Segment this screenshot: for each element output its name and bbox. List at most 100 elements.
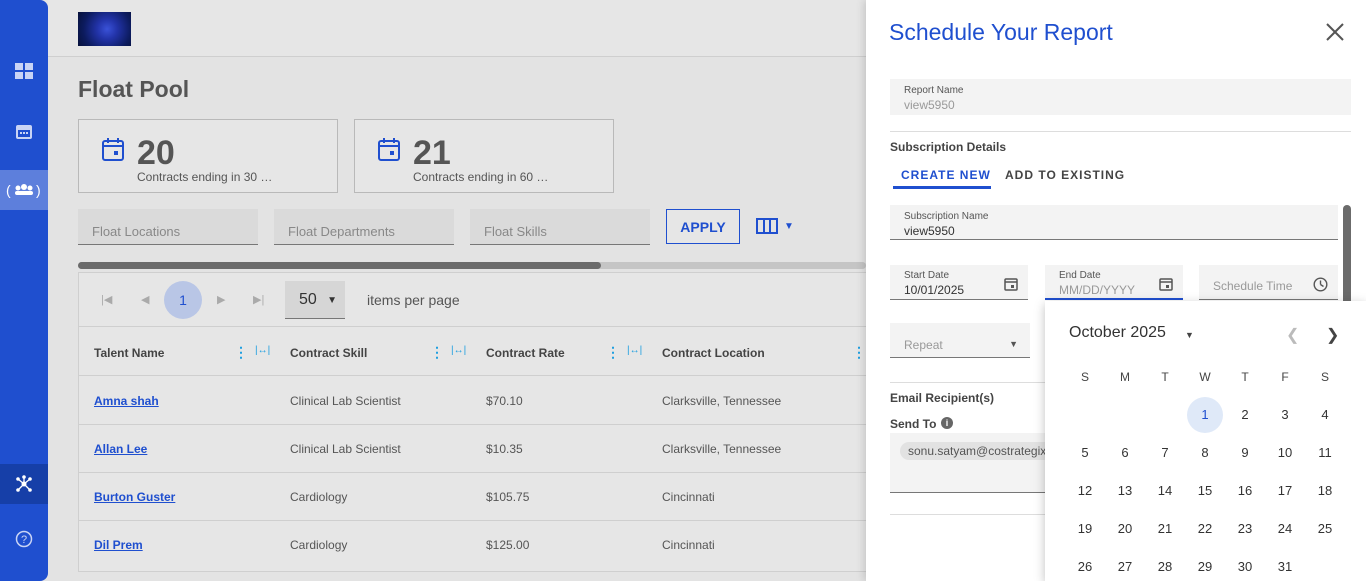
tab-add-to-existing[interactable]: ADD TO EXISTING: [1005, 168, 1125, 182]
calendar-day[interactable]: 29: [1187, 549, 1223, 581]
calendar-day[interactable]: 31: [1267, 549, 1303, 581]
calendar-icon[interactable]: [1159, 277, 1173, 291]
table-row[interactable]: Dil Prem Cardiology $125.00 Cincinnati: [79, 521, 879, 569]
tab-create-new[interactable]: CREATE NEW: [901, 168, 991, 182]
calendar-day[interactable]: 23: [1227, 511, 1263, 547]
pager: |◀ ◀ 1 ▶ ▶| 50 ▼ items per page: [79, 273, 879, 327]
calendar-day[interactable]: 4: [1307, 397, 1343, 433]
columns-button[interactable]: ▼: [756, 218, 794, 234]
stat-card-30-days[interactable]: 20 Contracts ending in 30 d...: [78, 119, 338, 193]
calendar-day[interactable]: 10: [1267, 435, 1303, 471]
talent-name-link[interactable]: Burton Guster: [94, 490, 175, 504]
calendar-day[interactable]: 18: [1307, 473, 1343, 509]
talent-name-link[interactable]: Dil Prem: [94, 538, 143, 552]
stat-label: Contracts ending in 60 d...: [413, 170, 553, 184]
current-page[interactable]: 1: [164, 281, 202, 319]
active-tab-indicator: [893, 186, 991, 189]
column-header[interactable]: Contract Rate: [486, 346, 565, 360]
start-date-field[interactable]: Start Date 10/01/2025: [890, 265, 1028, 300]
first-page-icon[interactable]: |◀: [101, 293, 112, 306]
calendar-day[interactable]: 13: [1107, 473, 1143, 509]
table-row[interactable]: Allan Lee Clinical Lab Scientist $10.35 …: [79, 425, 879, 473]
subscription-name-field[interactable]: Subscription Name view5950: [890, 205, 1338, 240]
calendar-day[interactable]: 27: [1107, 549, 1143, 581]
calendar-day[interactable]: 15: [1187, 473, 1223, 509]
weekday-label: F: [1281, 370, 1289, 384]
weekday-label: S: [1080, 370, 1089, 384]
float-departments-filter[interactable]: Float Departments: [274, 209, 454, 245]
recipient-chip[interactable]: sonu.satyam@costrategix: [900, 442, 1050, 460]
caret-down-icon[interactable]: ▼: [1185, 330, 1194, 340]
info-icon[interactable]: i: [941, 417, 953, 429]
calendar-day[interactable]: 7: [1147, 435, 1183, 471]
calendar-day[interactable]: 16: [1227, 473, 1263, 509]
talent-name-link[interactable]: Allan Lee: [94, 442, 147, 456]
calendar-icon[interactable]: [1004, 277, 1018, 291]
calendar-day[interactable]: 5: [1067, 435, 1103, 471]
column-header[interactable]: Contract Skill: [290, 346, 367, 360]
calendar-day[interactable]: 19: [1067, 511, 1103, 547]
talent-name-link[interactable]: Amna shah: [94, 394, 159, 408]
float-skills-filter[interactable]: Float Skills: [470, 209, 650, 245]
column-header[interactable]: Contract Location: [662, 346, 765, 360]
table-row[interactable]: Burton Guster Cardiology $105.75 Cincinn…: [79, 473, 879, 521]
calendar-day[interactable]: 21: [1147, 511, 1183, 547]
report-name-field[interactable]: Report Name view5950: [890, 79, 1351, 115]
calendar-day[interactable]: 14: [1147, 473, 1183, 509]
calendar-day[interactable]: 26: [1067, 549, 1103, 581]
column-resize-icon[interactable]: |↔|: [451, 345, 466, 356]
column-resize-icon[interactable]: |↔|: [627, 345, 642, 356]
end-date-field[interactable]: End Date MM/DD/YYYY: [1045, 265, 1183, 300]
recipients-input[interactable]: sonu.satyam@costrategix: [890, 433, 1050, 493]
calendar-day[interactable]: 11: [1307, 435, 1343, 471]
company-logo[interactable]: [78, 12, 131, 46]
next-page-icon[interactable]: ▶: [217, 293, 225, 306]
calendar-day[interactable]: 9: [1227, 435, 1263, 471]
svg-text:?: ?: [21, 534, 27, 546]
calendar-day[interactable]: 30: [1227, 549, 1263, 581]
page-size-select[interactable]: 50 ▼: [285, 281, 345, 319]
calendar-day[interactable]: 24: [1267, 511, 1303, 547]
column-menu-icon[interactable]: ⋮: [852, 344, 866, 361]
apply-button[interactable]: APPLY: [666, 209, 740, 244]
close-icon[interactable]: [1323, 20, 1347, 44]
clock-icon[interactable]: [1313, 277, 1328, 292]
column-resize-icon[interactable]: |↔|: [255, 345, 270, 356]
previous-month-icon[interactable]: ❮: [1286, 325, 1299, 345]
horizontal-scrollbar[interactable]: [78, 262, 866, 269]
float-locations-filter[interactable]: Float Locations: [78, 209, 258, 245]
subscription-name-value: view5950: [904, 224, 955, 238]
column-menu-icon[interactable]: ⋮: [606, 344, 620, 361]
dashboard-icon[interactable]: [0, 51, 48, 91]
table-row[interactable]: Amna shah Clinical Lab Scientist $70.10 …: [79, 377, 879, 425]
repeat-select[interactable]: Repeat ▼: [890, 323, 1030, 358]
vertical-scrollbar[interactable]: [1343, 205, 1351, 313]
calendar-day[interactable]: 25: [1307, 511, 1343, 547]
calendar-day[interactable]: 3: [1267, 397, 1303, 433]
team-icon[interactable]: (): [0, 170, 48, 210]
calendar-day[interactable]: 12: [1067, 473, 1103, 509]
caret-down-icon: ▼: [327, 295, 337, 306]
stat-card-60-days[interactable]: 21 Contracts ending in 60 d...: [354, 119, 614, 193]
schedule-time-field[interactable]: Schedule Time: [1199, 265, 1338, 300]
column-menu-icon[interactable]: ⋮: [234, 344, 248, 361]
calendar-day[interactable]: 28: [1147, 549, 1183, 581]
column-header[interactable]: Talent Name: [94, 346, 164, 360]
calendar-day[interactable]: 6: [1107, 435, 1143, 471]
column-menu-icon[interactable]: ⋮: [430, 344, 444, 361]
scrollbar-thumb[interactable]: [78, 262, 601, 269]
month-year-label[interactable]: October 2025: [1069, 324, 1166, 342]
prev-page-icon[interactable]: ◀: [141, 293, 149, 306]
calendar-day[interactable]: 20: [1107, 511, 1143, 547]
calendar-day[interactable]: 17: [1267, 473, 1303, 509]
calendar-day[interactable]: 2: [1227, 397, 1263, 433]
calendar-day[interactable]: 1: [1187, 397, 1223, 433]
caret-down-icon: ▼: [1009, 339, 1018, 349]
calendar-day[interactable]: 22: [1187, 511, 1223, 547]
next-month-icon[interactable]: ❯: [1326, 325, 1339, 345]
calendar-icon[interactable]: [0, 111, 48, 151]
help-icon[interactable]: ?: [0, 519, 48, 559]
calendar-day[interactable]: 8: [1187, 435, 1223, 471]
last-page-icon[interactable]: ▶|: [253, 293, 264, 306]
network-icon[interactable]: [0, 464, 48, 504]
